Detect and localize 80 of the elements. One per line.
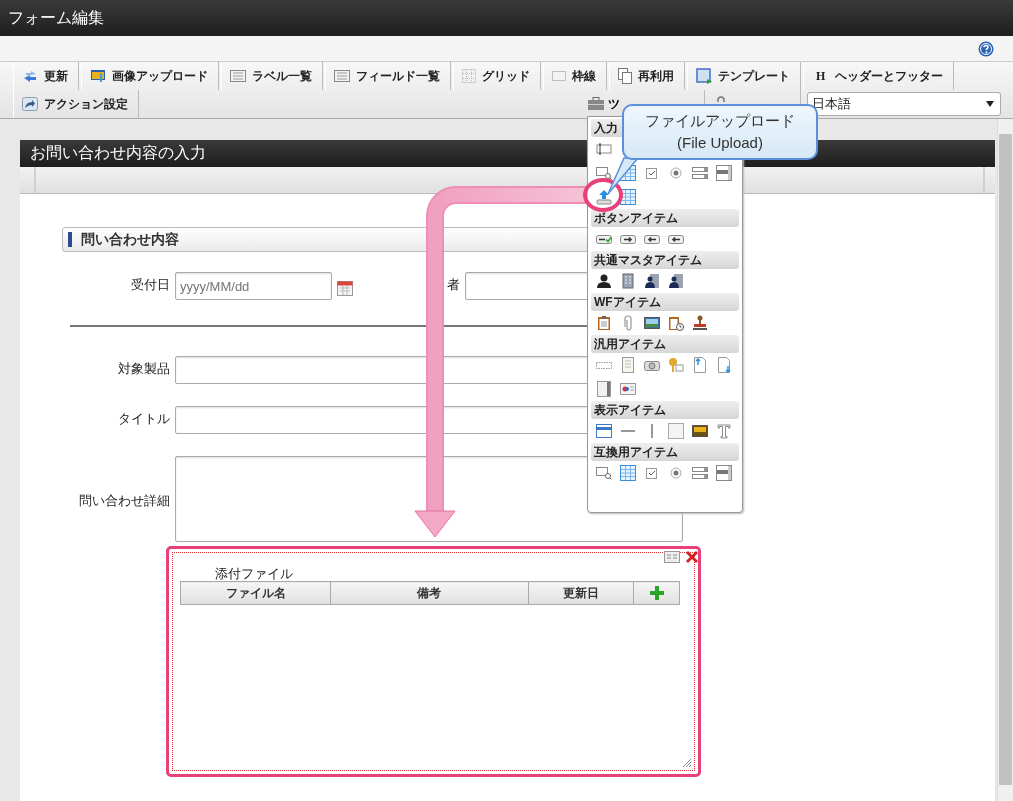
header-glyph-icon: H: [812, 68, 830, 84]
toolkit-tab[interactable]: ツ: [587, 90, 620, 118]
scrollbar-thumb[interactable]: [999, 134, 1012, 785]
header-bar-icon[interactable]: [596, 423, 612, 439]
lookup-field-icon[interactable]: [596, 165, 612, 181]
column-header: 更新日: [528, 581, 634, 605]
card-icon[interactable]: [620, 381, 636, 397]
person-icon[interactable]: [596, 273, 612, 289]
list-icon: [334, 70, 350, 82]
palette-section-header: 汎用アイテム: [591, 335, 739, 353]
delete-icon[interactable]: [686, 551, 698, 563]
dotted-frame-icon: [552, 71, 566, 81]
table-icon[interactable]: [620, 465, 636, 481]
field-label: 受付日: [130, 276, 170, 294]
toolbar-tab[interactable]: アクション設定: [13, 90, 139, 118]
grid-icon: [462, 69, 476, 83]
checkbox-icon[interactable]: [644, 465, 660, 481]
text-field-icon[interactable]: [596, 141, 612, 157]
person-building-icon[interactable]: [644, 273, 660, 289]
ring-icon[interactable]: [717, 96, 725, 102]
palette-section-header: 共通マスタアイテム: [591, 251, 739, 269]
list-box-icon[interactable]: [716, 465, 732, 481]
attachment-label: 添付ファイル: [215, 565, 294, 581]
document-icon[interactable]: [620, 357, 636, 373]
window-title: フォーム編集: [8, 7, 104, 28]
stamp-icon[interactable]: [692, 315, 708, 331]
help-icon[interactable]: [978, 40, 994, 57]
dropdown-arrow-icon: [986, 101, 994, 107]
image-upload-icon: [90, 69, 106, 83]
key-icon[interactable]: [668, 357, 684, 373]
palette-section-header: WFアイテム: [591, 293, 739, 311]
palette-section-header: ボタンアイテム: [591, 209, 739, 227]
image-icon[interactable]: [692, 423, 708, 439]
person-building-icon[interactable]: [668, 273, 684, 289]
radio-button-icon[interactable]: [668, 165, 684, 181]
lookup-field-icon[interactable]: [596, 465, 612, 481]
table-settings-icon[interactable]: [664, 551, 680, 563]
toolbar-tab[interactable]: フィールド一覧: [325, 62, 451, 90]
toolbar-tab[interactable]: 画像アップロード: [81, 62, 219, 90]
briefcase-icon: [587, 97, 605, 111]
palette-section-header: 表示アイテム: [591, 401, 739, 419]
clipboard-clock-icon[interactable]: [668, 315, 684, 331]
panel-icon[interactable]: [596, 381, 612, 397]
list-icon[interactable]: [692, 165, 708, 181]
calendar-icon[interactable]: [337, 280, 353, 296]
field-label: タイトル: [117, 410, 170, 428]
resize-grip-icon: [683, 759, 691, 767]
upload-file-icon[interactable]: [692, 357, 708, 373]
building-icon[interactable]: [620, 273, 636, 289]
column-header: 備考: [330, 581, 529, 605]
toolbar-tab[interactable]: グリッド: [453, 62, 541, 90]
list-box-icon[interactable]: [716, 165, 732, 181]
toolbar-tab[interactable]: ラベル一覧: [221, 62, 323, 90]
template-icon: [696, 68, 712, 84]
checkbox-icon[interactable]: [644, 165, 660, 181]
toolbar-tab[interactable]: 枠線: [543, 62, 607, 90]
radio-button-icon[interactable]: [668, 465, 684, 481]
form-title: お問い合わせ内容の入力: [30, 143, 206, 163]
share-arrow-icon: [22, 97, 38, 111]
field-label: 問い合わせ詳細: [78, 492, 170, 510]
text-icon[interactable]: [716, 423, 732, 439]
toolbar-tab[interactable]: テンプレート: [687, 62, 801, 90]
toolbar-tab[interactable]: 再利用: [609, 62, 685, 90]
list-icon[interactable]: [692, 465, 708, 481]
upload-icon[interactable]: [596, 189, 612, 205]
add-icon[interactable]: [649, 586, 664, 600]
list-icon: [230, 70, 246, 82]
image-icon[interactable]: [644, 315, 660, 331]
toolbar-tab[interactable]: H ヘッダーとフッター: [803, 62, 955, 90]
column-header: ファイル名: [180, 581, 331, 605]
clipboard-icon[interactable]: [596, 315, 612, 331]
copy-icon: [618, 68, 632, 84]
download-file-icon[interactable]: [716, 357, 732, 373]
field-label: 対象製品: [117, 360, 170, 378]
toolbar-tab[interactable]: 更新: [13, 62, 79, 90]
date-field[interactable]: yyyy/MM/dd: [175, 272, 332, 300]
palette-section-header: 互換用アイテム: [591, 443, 739, 461]
refresh-icon: [22, 69, 38, 83]
section-title: 問い合わせ内容: [81, 230, 179, 249]
field-label: 者: [447, 276, 460, 294]
